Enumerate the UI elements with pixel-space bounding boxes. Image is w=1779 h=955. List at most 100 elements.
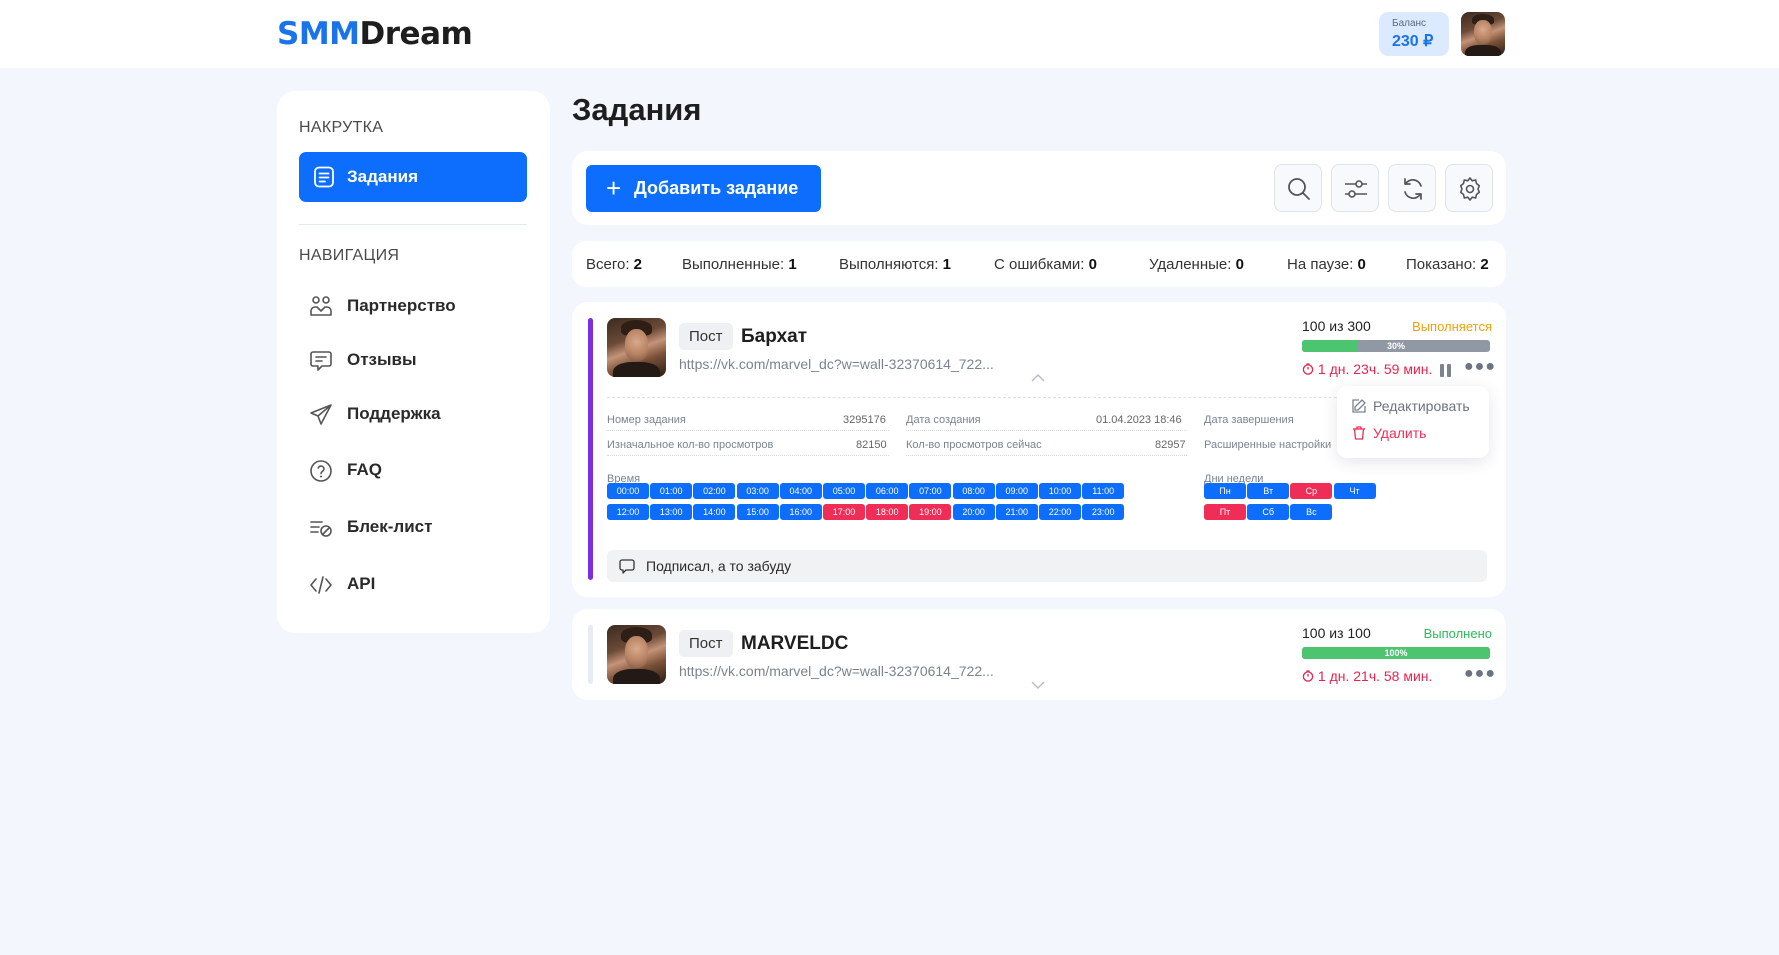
sidebar-item-blacklist[interactable]: Блек-лист: [299, 507, 527, 547]
hour-chip[interactable]: 06:00: [866, 483, 909, 499]
more-menu-button[interactable]: ●●●: [1464, 358, 1496, 376]
stat-total: Всего: 2: [586, 256, 643, 273]
current-views-value: 82957: [1155, 439, 1186, 451]
settings-button[interactable]: [1445, 164, 1493, 212]
current-views-label: Кол-во просмотров сейчас: [906, 439, 1042, 451]
trash-icon: [1353, 426, 1365, 440]
reviews-icon: [310, 351, 332, 371]
hour-chip[interactable]: 02:00: [693, 483, 736, 499]
sidebar-item-tasks-label: Задания: [347, 167, 418, 186]
hour-chip[interactable]: 03:00: [736, 483, 779, 499]
hour-chip[interactable]: 01:00: [650, 483, 693, 499]
task-timer: 1 дн. 23ч. 59 мин.: [1302, 361, 1432, 377]
hour-chip[interactable]: 19:00: [909, 504, 952, 520]
logo-part2: Dream: [359, 16, 473, 52]
pause-button[interactable]: [1440, 364, 1454, 377]
sidebar-item-partnership[interactable]: Партнерство: [299, 286, 527, 326]
sidebar-item-label: FAQ: [347, 460, 382, 479]
hour-chip[interactable]: 04:00: [779, 483, 822, 499]
stat-shown: Показано: 2: [1406, 256, 1489, 273]
sidebar-item-faq[interactable]: FAQ: [299, 450, 527, 490]
task-count: 100 из 300: [1302, 318, 1371, 334]
filters-button[interactable]: [1331, 164, 1379, 212]
more-menu-button[interactable]: ●●●: [1464, 665, 1496, 683]
edit-menu-item[interactable]: Редактировать: [1351, 398, 1470, 414]
stat-running: Выполняются: 1: [839, 256, 952, 273]
delete-menu-item[interactable]: Удалить: [1351, 425, 1426, 441]
task-title: Бархат: [741, 326, 808, 347]
hour-chip[interactable]: 12:00: [607, 504, 649, 520]
task-comment: Подписал, а то забуду: [607, 550, 1487, 582]
balance-value: 230 ₽: [1392, 33, 1434, 50]
sidebar-item-label: Партнерство: [347, 296, 456, 315]
sidebar: НАКРУТКА Задания НАВИГАЦИЯ Партнерство О…: [277, 91, 550, 633]
hour-chip[interactable]: 18:00: [866, 504, 909, 520]
hour-chip[interactable]: 05:00: [823, 483, 865, 499]
sidebar-item-label: Поддержка: [347, 404, 441, 423]
hour-chip[interactable]: 23:00: [1082, 504, 1125, 520]
hour-chip[interactable]: 07:00: [909, 483, 952, 499]
day-chip[interactable]: Вт: [1247, 483, 1290, 499]
user-avatar[interactable]: [1461, 12, 1505, 56]
hour-chip[interactable]: 13:00: [650, 504, 693, 520]
hour-chip[interactable]: 16:00: [779, 504, 822, 520]
day-chip[interactable]: Пт: [1204, 504, 1246, 520]
page-title: Задания: [572, 92, 702, 127]
hour-chip[interactable]: 00:00: [607, 483, 649, 499]
day-chip[interactable]: Ср: [1290, 483, 1333, 499]
hour-chip[interactable]: 08:00: [952, 483, 995, 499]
balance-widget[interactable]: Баланс 230 ₽: [1379, 12, 1449, 56]
sidebar-item-support[interactable]: Поддержка: [299, 394, 527, 434]
hour-chip[interactable]: 14:00: [693, 504, 736, 520]
chevron-down-icon[interactable]: [1031, 681, 1045, 689]
day-chip[interactable]: Чт: [1333, 483, 1376, 499]
sidebar-item-api[interactable]: API: [299, 564, 527, 604]
timer-icon: [1302, 670, 1314, 682]
refresh-button[interactable]: [1388, 164, 1436, 212]
add-task-button[interactable]: + Добавить задание: [586, 165, 821, 212]
stats-bar: Всего: 2 Выполненные: 1 Выполняются: 1 С…: [572, 241, 1506, 287]
task-link[interactable]: https://vk.com/marvel_dc?w=wall-32370614…: [679, 663, 994, 679]
day-chip[interactable]: Вс: [1290, 504, 1333, 520]
task-link[interactable]: https://vk.com/marvel_dc?w=wall-32370614…: [679, 356, 994, 372]
progress-label: 30%: [1386, 341, 1405, 351]
top-bar: SMMDream Баланс 230 ₽: [0, 0, 1779, 68]
sidebar-section-boost: НАКРУТКА: [299, 119, 384, 136]
sidebar-divider: [299, 224, 527, 225]
hour-chip[interactable]: 21:00: [995, 504, 1038, 520]
task-number-label: Номер задания: [607, 414, 686, 426]
task-progress: 100%: [1302, 647, 1490, 659]
sidebar-item-tasks[interactable]: Задания: [299, 152, 527, 202]
hour-chip[interactable]: 20:00: [952, 504, 995, 520]
stat-errors: С ошибками: 0: [994, 256, 1097, 273]
hour-chip[interactable]: 22:00: [1039, 504, 1081, 520]
initial-views-value: 82150: [856, 439, 887, 451]
hour-chip[interactable]: 17:00: [823, 504, 865, 520]
progress-label: 100%: [1384, 648, 1408, 658]
faq-icon: [310, 460, 332, 482]
sidebar-section-nav: НАВИГАЦИЯ: [299, 247, 400, 264]
sidebar-item-label: Блек-лист: [347, 517, 433, 536]
hour-chip[interactable]: 09:00: [995, 483, 1038, 499]
task-timer: 1 дн. 21ч. 58 мин.: [1302, 668, 1432, 684]
hour-chip[interactable]: 15:00: [736, 504, 779, 520]
day-chip[interactable]: Пн: [1204, 483, 1246, 499]
stat-paused: На паузе: 0: [1287, 256, 1366, 273]
hour-chip[interactable]: 10:00: [1039, 483, 1081, 499]
sidebar-item-reviews[interactable]: Отзывы: [299, 340, 527, 380]
post-tag: Пост: [679, 630, 733, 657]
initial-views-label: Изначальное кол-во просмотров: [607, 439, 774, 451]
search-button[interactable]: [1274, 164, 1322, 212]
task-count: 100 из 100: [1302, 625, 1371, 641]
created-value: 01.04.2023 18:46: [1096, 414, 1182, 426]
day-chip[interactable]: Сб: [1247, 504, 1290, 520]
settings-icon: [1459, 177, 1481, 201]
task-progress: 30%: [1302, 340, 1490, 352]
task-card[interactable]: Пост MARVELDC https://vk.com/marvel_dc?w…: [572, 609, 1506, 700]
logo[interactable]: SMMDream: [277, 16, 473, 52]
task-status: Выполнено: [1423, 626, 1492, 641]
toolbar: + Добавить задание: [572, 151, 1506, 225]
hour-chip[interactable]: 11:00: [1082, 483, 1125, 499]
chevron-up-icon[interactable]: [1031, 374, 1045, 382]
post-tag: Пост: [679, 323, 733, 350]
